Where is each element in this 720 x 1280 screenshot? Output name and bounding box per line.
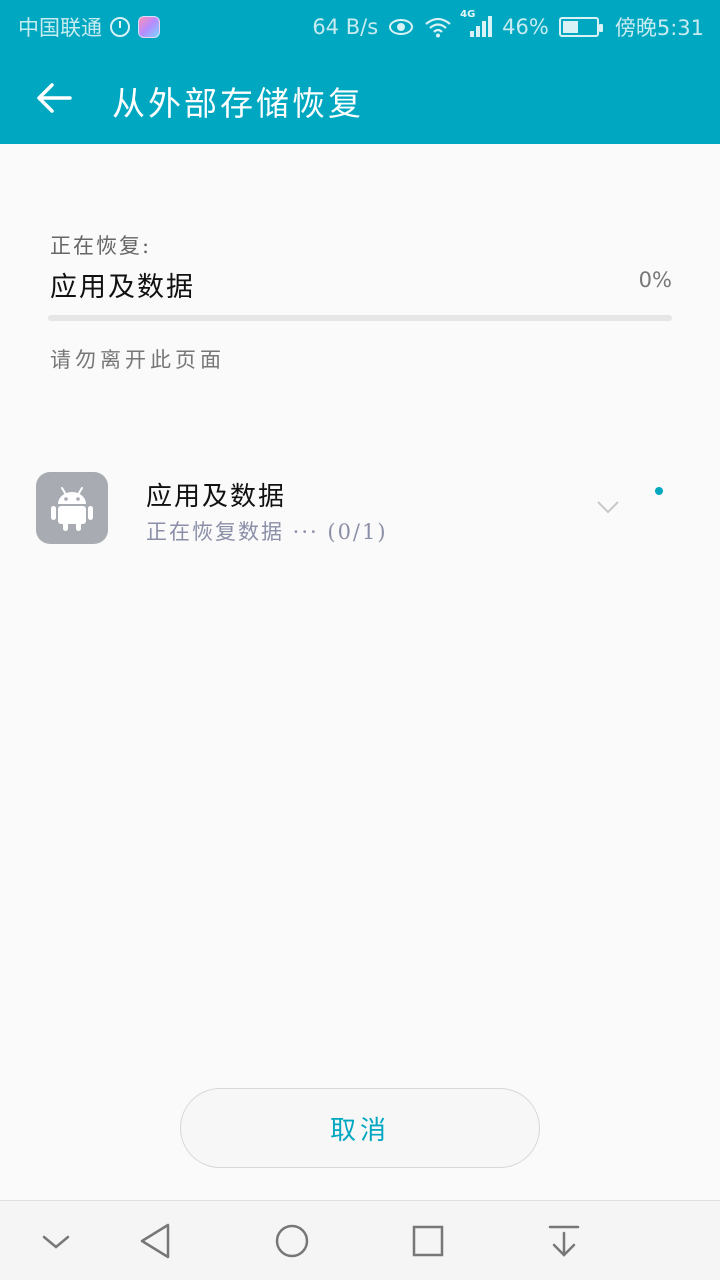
- list-item-title: 应用及数据: [146, 482, 287, 512]
- progress-percent: 0%: [638, 268, 672, 292]
- cancel-button[interactable]: 取消: [180, 1088, 540, 1168]
- back-button[interactable]: [32, 76, 76, 120]
- arrow-left-icon: [37, 83, 72, 113]
- android-icon: [36, 472, 108, 544]
- recent-square-icon: [412, 1225, 444, 1257]
- top-header-area: 中国联通 64 B/s 4G 46% 傍晚5:31 从外部存储恢复: [0, 0, 720, 144]
- battery-icon: [558, 17, 603, 37]
- notification-pull-icon: [548, 1225, 580, 1257]
- restoring-label: 正在恢复:: [50, 234, 152, 258]
- nav-back-button[interactable]: [134, 1219, 178, 1263]
- stopwatch-icon: [110, 17, 130, 37]
- nav-home-button[interactable]: [270, 1219, 314, 1263]
- chevron-down-icon: [42, 1235, 70, 1249]
- nav-hide-button[interactable]: [34, 1219, 78, 1263]
- app-notification-icon: [138, 16, 160, 38]
- list-item[interactable]: 应用及数据 正在恢复数据 ··· (0/1): [0, 460, 720, 560]
- restoring-item-name: 应用及数据: [50, 272, 195, 303]
- chevron-down-icon[interactable]: [596, 500, 620, 514]
- clock: 傍晚5:31: [614, 16, 704, 40]
- status-dot: [655, 487, 663, 495]
- battery-percent: 46%: [502, 15, 549, 39]
- eye-icon: [389, 19, 414, 35]
- stay-on-page-hint: 请勿离开此页面: [50, 348, 225, 372]
- status-bar: 中国联通 64 B/s 4G 46% 傍晚5:31: [0, 0, 720, 50]
- progress-bar: [48, 315, 672, 321]
- wifi-icon: [425, 17, 451, 38]
- app-bar: 从外部存储恢复: [0, 50, 720, 144]
- nav-recent-button[interactable]: [406, 1219, 450, 1263]
- signal-icon: 4G: [460, 9, 493, 39]
- navigation-bar: [0, 1200, 720, 1280]
- nav-notification-button[interactable]: [542, 1219, 586, 1263]
- page-title: 从外部存储恢复: [112, 84, 364, 123]
- battery-level: [562, 21, 578, 33]
- net-speed: 64 B/s: [312, 15, 379, 39]
- carrier-name: 中国联通: [18, 16, 102, 40]
- home-circle-icon: [275, 1224, 309, 1258]
- back-triangle-icon: [140, 1223, 170, 1259]
- list-item-status: 正在恢复数据 ··· (0/1): [146, 520, 388, 544]
